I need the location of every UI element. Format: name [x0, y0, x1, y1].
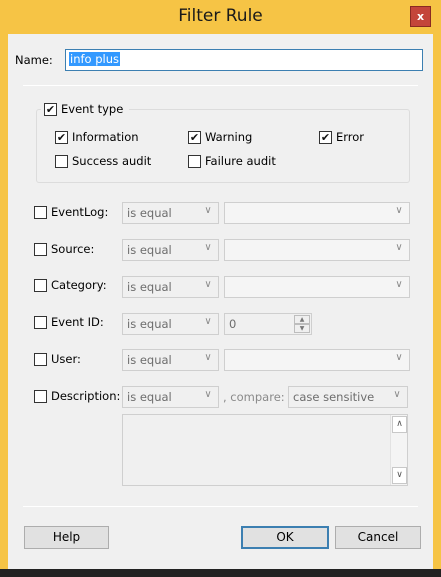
- description-scrollbar[interactable]: ∧ ∨: [390, 415, 407, 485]
- ok-button[interactable]: OK: [241, 526, 329, 549]
- chevron-down-icon: ∨: [393, 389, 401, 400]
- cancel-button[interactable]: Cancel: [335, 526, 421, 549]
- eventlog-operator-select[interactable]: is equal ∨: [122, 202, 219, 224]
- eventlog-label: EventLog:: [51, 205, 109, 219]
- description-operator-value: is equal: [127, 390, 172, 404]
- scroll-down-icon[interactable]: ∨: [392, 467, 407, 484]
- chevron-down-icon: ∨: [395, 205, 403, 216]
- chevron-down-icon: ∨: [204, 205, 212, 216]
- description-label: Description:: [51, 389, 121, 403]
- event-id-operator-select[interactable]: is equal ∨: [122, 313, 219, 335]
- user-operator-value: is equal: [127, 353, 172, 367]
- chevron-down-icon: ∨: [395, 352, 403, 363]
- compare-label: , compare:: [223, 390, 285, 404]
- source-label: Source:: [51, 242, 95, 256]
- error-label: Error: [336, 130, 365, 144]
- window-bottom-edge: [0, 569, 441, 577]
- information-checkbox[interactable]: [55, 131, 68, 144]
- window-title: Filter Rule: [178, 6, 263, 26]
- category-operator-select[interactable]: is equal ∨: [122, 276, 219, 298]
- failure-audit-checkbox[interactable]: [188, 155, 201, 168]
- scroll-up-icon[interactable]: ∧: [392, 416, 407, 433]
- name-input-value: info plus: [69, 52, 120, 66]
- event-type-checkbox[interactable]: [44, 103, 57, 116]
- chevron-down-icon: ∨: [204, 316, 212, 327]
- help-button[interactable]: Help: [24, 526, 109, 549]
- information-label: Information: [72, 130, 139, 144]
- chevron-down-icon: ∨: [395, 279, 403, 290]
- eventlog-checkbox[interactable]: [34, 206, 47, 219]
- category-label: Category:: [51, 278, 107, 292]
- event-id-operator-value: is equal: [127, 317, 172, 331]
- event-id-spinner[interactable]: 0 ▲ ▼: [224, 313, 312, 335]
- user-value-select[interactable]: ∨: [224, 349, 410, 371]
- user-checkbox[interactable]: [34, 353, 47, 366]
- success-audit-label: Success audit: [72, 154, 152, 168]
- category-checkbox[interactable]: [34, 279, 47, 292]
- event-id-value: 0: [229, 317, 237, 331]
- close-button[interactable]: x: [410, 6, 431, 27]
- description-operator-select[interactable]: is equal ∨: [122, 386, 219, 408]
- eventlog-operator-value: is equal: [127, 206, 172, 220]
- source-value-select[interactable]: ∨: [224, 239, 410, 261]
- category-operator-value: is equal: [127, 280, 172, 294]
- eventlog-value-select[interactable]: ∨: [224, 202, 410, 224]
- spin-up-icon[interactable]: ▲: [294, 315, 310, 324]
- user-label: User:: [51, 352, 81, 366]
- title-bar[interactable]: Filter Rule x: [0, 0, 441, 34]
- category-value-select[interactable]: ∨: [224, 276, 410, 298]
- name-label: Name:: [15, 53, 53, 67]
- event-type-group: [36, 109, 410, 183]
- source-operator-value: is equal: [127, 243, 172, 257]
- event-id-checkbox[interactable]: [34, 316, 47, 329]
- compare-mode-select[interactable]: case sensitive ∨: [288, 386, 408, 408]
- user-operator-select[interactable]: is equal ∨: [122, 349, 219, 371]
- success-audit-checkbox[interactable]: [55, 155, 68, 168]
- dialog-body: Name: info plus Event type Information W…: [8, 34, 433, 569]
- chevron-down-icon: ∨: [204, 352, 212, 363]
- source-checkbox[interactable]: [34, 243, 47, 256]
- chevron-down-icon: ∨: [395, 242, 403, 253]
- event-type-label: Event type: [61, 102, 124, 116]
- chevron-down-icon: ∨: [204, 279, 212, 290]
- warning-label: Warning: [205, 130, 253, 144]
- description-checkbox[interactable]: [34, 390, 47, 403]
- description-textarea[interactable]: ∧ ∨: [122, 414, 408, 486]
- separator-top: [23, 85, 418, 86]
- chevron-down-icon: ∨: [204, 242, 212, 253]
- name-input[interactable]: info plus: [65, 49, 423, 71]
- failure-audit-label: Failure audit: [205, 154, 276, 168]
- spin-down-icon[interactable]: ▼: [294, 324, 310, 333]
- separator-bottom: [23, 506, 418, 507]
- error-checkbox[interactable]: [319, 131, 332, 144]
- compare-mode-value: case sensitive: [293, 390, 375, 404]
- chevron-down-icon: ∨: [204, 389, 212, 400]
- warning-checkbox[interactable]: [188, 131, 201, 144]
- event-id-label: Event ID:: [51, 315, 104, 329]
- filter-rule-window: Filter Rule x Name: info plus Event type…: [0, 0, 441, 577]
- source-operator-select[interactable]: is equal ∨: [122, 239, 219, 261]
